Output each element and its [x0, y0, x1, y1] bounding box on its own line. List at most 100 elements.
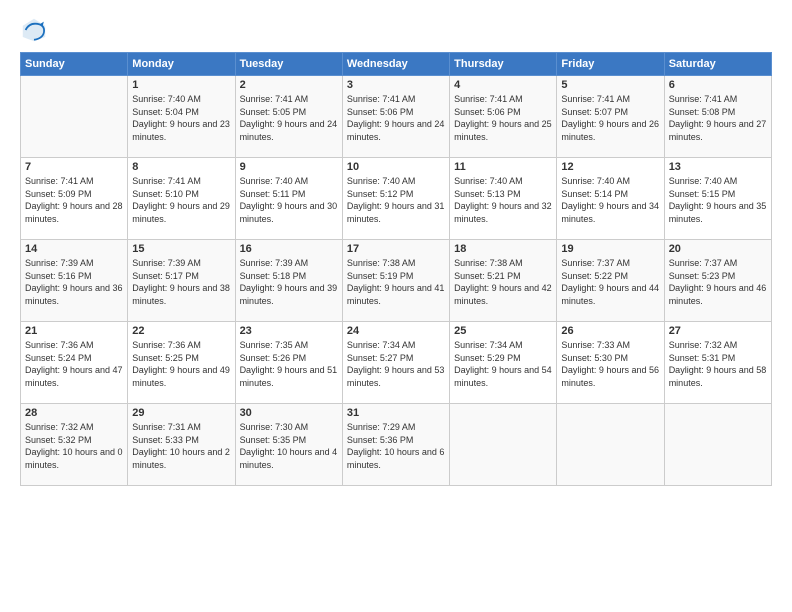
week-row-4: 21 Sunrise: 7:36 AMSunset: 5:24 PMDaylig… [21, 322, 772, 404]
day-number: 30 [240, 407, 338, 419]
weekday-header-wednesday: Wednesday [342, 53, 449, 76]
day-number: 22 [132, 325, 230, 337]
weekday-header-monday: Monday [128, 53, 235, 76]
day-number: 5 [561, 79, 659, 91]
day-number: 15 [132, 243, 230, 255]
header [20, 16, 772, 44]
calendar-cell: 27 Sunrise: 7:32 AMSunset: 5:31 PMDaylig… [664, 322, 771, 404]
day-number: 3 [347, 79, 445, 91]
day-number: 20 [669, 243, 767, 255]
day-number: 21 [25, 325, 123, 337]
day-info: Sunrise: 7:36 AMSunset: 5:24 PMDaylight:… [25, 339, 123, 389]
day-info: Sunrise: 7:31 AMSunset: 5:33 PMDaylight:… [132, 421, 230, 471]
day-info: Sunrise: 7:41 AMSunset: 5:07 PMDaylight:… [561, 93, 659, 143]
day-number: 9 [240, 161, 338, 173]
calendar-cell: 26 Sunrise: 7:33 AMSunset: 5:30 PMDaylig… [557, 322, 664, 404]
week-row-5: 28 Sunrise: 7:32 AMSunset: 5:32 PMDaylig… [21, 404, 772, 486]
calendar-cell: 22 Sunrise: 7:36 AMSunset: 5:25 PMDaylig… [128, 322, 235, 404]
day-info: Sunrise: 7:37 AMSunset: 5:22 PMDaylight:… [561, 257, 659, 307]
calendar-cell: 8 Sunrise: 7:41 AMSunset: 5:10 PMDayligh… [128, 158, 235, 240]
day-number: 19 [561, 243, 659, 255]
calendar-cell: 2 Sunrise: 7:41 AMSunset: 5:05 PMDayligh… [235, 76, 342, 158]
calendar-cell: 4 Sunrise: 7:41 AMSunset: 5:06 PMDayligh… [450, 76, 557, 158]
day-number: 4 [454, 79, 552, 91]
calendar-cell: 5 Sunrise: 7:41 AMSunset: 5:07 PMDayligh… [557, 76, 664, 158]
calendar-cell: 23 Sunrise: 7:35 AMSunset: 5:26 PMDaylig… [235, 322, 342, 404]
weekday-header-tuesday: Tuesday [235, 53, 342, 76]
calendar-body: 1 Sunrise: 7:40 AMSunset: 5:04 PMDayligh… [21, 76, 772, 486]
day-number: 31 [347, 407, 445, 419]
day-info: Sunrise: 7:37 AMSunset: 5:23 PMDaylight:… [669, 257, 767, 307]
day-number: 6 [669, 79, 767, 91]
calendar-table: SundayMondayTuesdayWednesdayThursdayFrid… [20, 52, 772, 486]
day-info: Sunrise: 7:41 AMSunset: 5:09 PMDaylight:… [25, 175, 123, 225]
day-info: Sunrise: 7:40 AMSunset: 5:13 PMDaylight:… [454, 175, 552, 225]
calendar-cell: 12 Sunrise: 7:40 AMSunset: 5:14 PMDaylig… [557, 158, 664, 240]
day-info: Sunrise: 7:41 AMSunset: 5:08 PMDaylight:… [669, 93, 767, 143]
calendar-cell: 13 Sunrise: 7:40 AMSunset: 5:15 PMDaylig… [664, 158, 771, 240]
weekday-header-saturday: Saturday [664, 53, 771, 76]
logo-icon [20, 16, 48, 44]
calendar-cell: 3 Sunrise: 7:41 AMSunset: 5:06 PMDayligh… [342, 76, 449, 158]
calendar-cell [557, 404, 664, 486]
day-number: 18 [454, 243, 552, 255]
calendar-cell: 1 Sunrise: 7:40 AMSunset: 5:04 PMDayligh… [128, 76, 235, 158]
day-number: 7 [25, 161, 123, 173]
day-info: Sunrise: 7:36 AMSunset: 5:25 PMDaylight:… [132, 339, 230, 389]
calendar-cell [664, 404, 771, 486]
day-info: Sunrise: 7:38 AMSunset: 5:21 PMDaylight:… [454, 257, 552, 307]
day-info: Sunrise: 7:41 AMSunset: 5:10 PMDaylight:… [132, 175, 230, 225]
calendar-cell: 28 Sunrise: 7:32 AMSunset: 5:32 PMDaylig… [21, 404, 128, 486]
day-info: Sunrise: 7:32 AMSunset: 5:31 PMDaylight:… [669, 339, 767, 389]
day-number: 11 [454, 161, 552, 173]
week-row-2: 7 Sunrise: 7:41 AMSunset: 5:09 PMDayligh… [21, 158, 772, 240]
day-info: Sunrise: 7:39 AMSunset: 5:18 PMDaylight:… [240, 257, 338, 307]
day-info: Sunrise: 7:41 AMSunset: 5:06 PMDaylight:… [454, 93, 552, 143]
weekday-header-sunday: Sunday [21, 53, 128, 76]
day-info: Sunrise: 7:29 AMSunset: 5:36 PMDaylight:… [347, 421, 445, 471]
calendar-cell: 14 Sunrise: 7:39 AMSunset: 5:16 PMDaylig… [21, 240, 128, 322]
calendar-cell [450, 404, 557, 486]
day-number: 17 [347, 243, 445, 255]
calendar-cell: 30 Sunrise: 7:30 AMSunset: 5:35 PMDaylig… [235, 404, 342, 486]
day-number: 27 [669, 325, 767, 337]
day-info: Sunrise: 7:32 AMSunset: 5:32 PMDaylight:… [25, 421, 123, 471]
day-info: Sunrise: 7:33 AMSunset: 5:30 PMDaylight:… [561, 339, 659, 389]
day-info: Sunrise: 7:41 AMSunset: 5:05 PMDaylight:… [240, 93, 338, 143]
day-info: Sunrise: 7:34 AMSunset: 5:29 PMDaylight:… [454, 339, 552, 389]
day-info: Sunrise: 7:40 AMSunset: 5:15 PMDaylight:… [669, 175, 767, 225]
day-info: Sunrise: 7:38 AMSunset: 5:19 PMDaylight:… [347, 257, 445, 307]
calendar-cell: 6 Sunrise: 7:41 AMSunset: 5:08 PMDayligh… [664, 76, 771, 158]
calendar-cell: 16 Sunrise: 7:39 AMSunset: 5:18 PMDaylig… [235, 240, 342, 322]
calendar-cell [21, 76, 128, 158]
day-number: 8 [132, 161, 230, 173]
day-number: 23 [240, 325, 338, 337]
calendar-cell: 15 Sunrise: 7:39 AMSunset: 5:17 PMDaylig… [128, 240, 235, 322]
day-number: 24 [347, 325, 445, 337]
day-number: 16 [240, 243, 338, 255]
day-info: Sunrise: 7:40 AMSunset: 5:14 PMDaylight:… [561, 175, 659, 225]
calendar-cell: 24 Sunrise: 7:34 AMSunset: 5:27 PMDaylig… [342, 322, 449, 404]
day-number: 1 [132, 79, 230, 91]
calendar-cell: 20 Sunrise: 7:37 AMSunset: 5:23 PMDaylig… [664, 240, 771, 322]
day-info: Sunrise: 7:41 AMSunset: 5:06 PMDaylight:… [347, 93, 445, 143]
logo [20, 16, 52, 44]
calendar-cell: 18 Sunrise: 7:38 AMSunset: 5:21 PMDaylig… [450, 240, 557, 322]
weekday-header-thursday: Thursday [450, 53, 557, 76]
calendar-cell: 19 Sunrise: 7:37 AMSunset: 5:22 PMDaylig… [557, 240, 664, 322]
day-info: Sunrise: 7:40 AMSunset: 5:12 PMDaylight:… [347, 175, 445, 225]
day-number: 12 [561, 161, 659, 173]
calendar-cell: 17 Sunrise: 7:38 AMSunset: 5:19 PMDaylig… [342, 240, 449, 322]
day-info: Sunrise: 7:40 AMSunset: 5:11 PMDaylight:… [240, 175, 338, 225]
day-number: 13 [669, 161, 767, 173]
day-number: 29 [132, 407, 230, 419]
day-number: 14 [25, 243, 123, 255]
week-row-1: 1 Sunrise: 7:40 AMSunset: 5:04 PMDayligh… [21, 76, 772, 158]
day-info: Sunrise: 7:40 AMSunset: 5:04 PMDaylight:… [132, 93, 230, 143]
calendar-cell: 7 Sunrise: 7:41 AMSunset: 5:09 PMDayligh… [21, 158, 128, 240]
week-row-3: 14 Sunrise: 7:39 AMSunset: 5:16 PMDaylig… [21, 240, 772, 322]
day-info: Sunrise: 7:39 AMSunset: 5:17 PMDaylight:… [132, 257, 230, 307]
day-number: 25 [454, 325, 552, 337]
calendar-cell: 10 Sunrise: 7:40 AMSunset: 5:12 PMDaylig… [342, 158, 449, 240]
calendar-cell: 29 Sunrise: 7:31 AMSunset: 5:33 PMDaylig… [128, 404, 235, 486]
